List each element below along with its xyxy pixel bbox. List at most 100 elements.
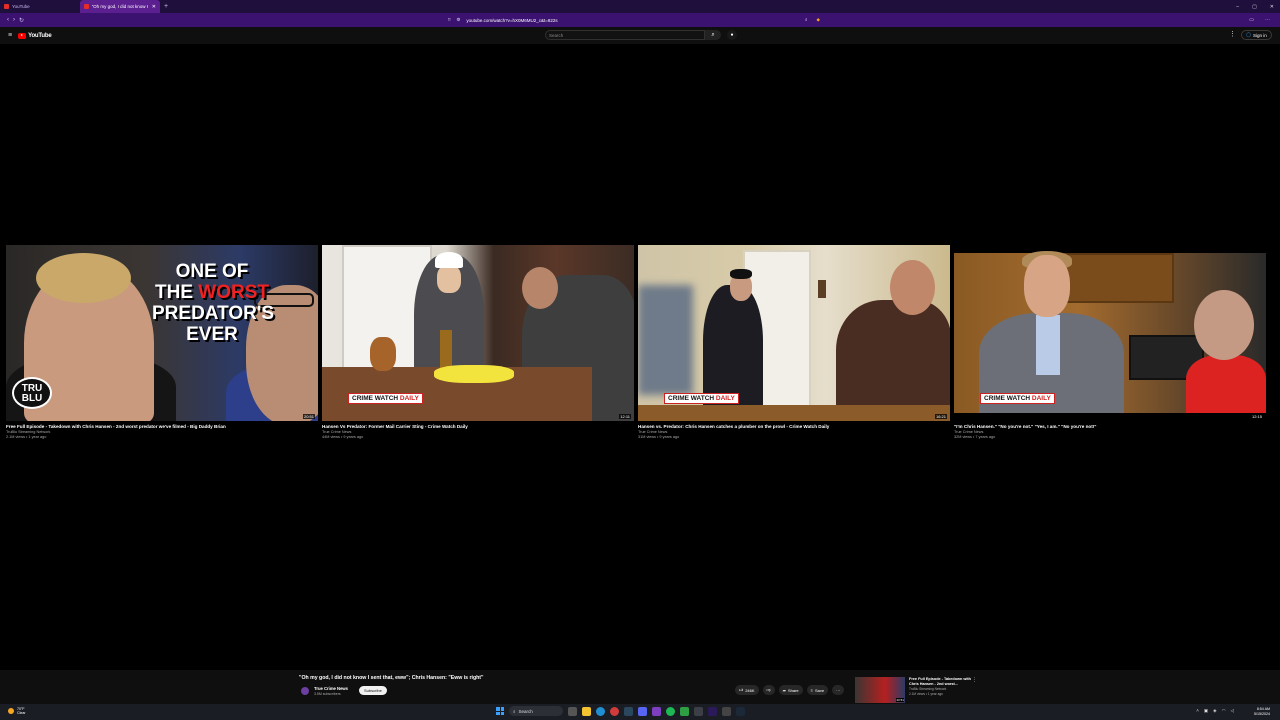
suggested-thumbnail[interactable]: 20:51 [855, 677, 905, 703]
channel-name[interactable]: True Crime News [314, 686, 348, 691]
volume-icon[interactable]: ◁ [1231, 708, 1234, 714]
voice-search-button[interactable]: ● [727, 30, 737, 40]
site-info-icon[interactable]: ⚙ [456, 17, 460, 23]
tray-app-icon[interactable]: ▣ [1204, 708, 1208, 714]
video-title[interactable]: "I'm Chris Hansen." "No you're not." "Ye… [954, 424, 1266, 429]
share-button[interactable]: ➦ Share [778, 685, 803, 695]
thumbs-down-icon: 👎︎ [766, 687, 771, 692]
end-screen-card[interactable]: CRIME WATCH DAILY 12:15 "I'm Chris Hanse… [954, 245, 1266, 445]
app-icon[interactable] [694, 706, 703, 716]
like-button[interactable]: 👍︎ 246K [735, 685, 759, 695]
browser-tab-bar: YouTube "Oh my god, I did not know I se … [0, 0, 1280, 13]
end-screen-card[interactable]: ONE OF THE WORST PREDATOR'S EVER TRU BLU… [6, 245, 318, 445]
youtube-logo-text: YouTube [28, 32, 52, 39]
video-thumbnail[interactable]: ONE OF THE WORST PREDATOR'S EVER TRU BLU… [6, 245, 318, 421]
edge-icon[interactable] [596, 706, 605, 716]
steam-icon[interactable] [736, 706, 745, 716]
hamburger-menu-icon[interactable]: ≡ [8, 32, 12, 39]
search-icon: ⌕ [711, 31, 715, 38]
save-button[interactable]: ≡ Save [806, 685, 829, 695]
back-icon[interactable]: ‹ [7, 17, 9, 23]
more-actions-button[interactable]: ··· [832, 685, 845, 695]
discord-icon[interactable] [638, 706, 647, 716]
forward-icon[interactable]: › [13, 17, 15, 23]
subscribe-button[interactable]: Subscribe [359, 686, 387, 695]
maximize-button[interactable]: ▢ [1252, 4, 1257, 10]
taskbar-clock[interactable]: 8:54 AM 5/15/2024 [1254, 707, 1270, 717]
close-window-button[interactable]: ✕ [1270, 4, 1274, 10]
video-info-bar: "Oh my god, I did not know I sent that, … [0, 670, 1280, 704]
start-button-icon[interactable] [496, 707, 504, 715]
spotify-icon[interactable] [666, 706, 675, 716]
app-icon[interactable] [652, 706, 661, 716]
video-title[interactable]: Hansen Vs Predator: Former Mail Carrier … [322, 424, 634, 429]
suggested-video[interactable]: 20:51 Free Full Episode - Takedown with … [855, 677, 977, 703]
minimize-button[interactable]: – [1236, 4, 1239, 10]
video-actions: 👍︎ 246K 👎︎ ➦ Share ≡ Save ··· [735, 685, 845, 695]
taskbar-apps: ⌕ Search [496, 706, 745, 716]
tray-chevron-icon[interactable]: ˄ [1196, 708, 1199, 714]
account-icon: ◯ [1246, 32, 1252, 37]
subscriber-count: 3.5M subscribers [314, 692, 341, 696]
steam-icon[interactable] [624, 706, 633, 716]
youtube-play-icon [18, 32, 27, 39]
app-icon[interactable] [680, 706, 689, 716]
url-field[interactable]: ⌑ ⚙ youtube.com/watch?v=hX0M6MU2_c&t=822… [448, 15, 820, 25]
premiere-icon[interactable] [708, 706, 717, 716]
wifi-icon[interactable]: ◠ [1222, 708, 1226, 714]
microphone-icon: ● [730, 32, 734, 38]
clock-date: 5/15/2024 [1254, 712, 1270, 716]
search-icon: ⌕ [513, 708, 516, 714]
end-screen-grid: ONE OF THE WORST PREDATOR'S EVER TRU BLU… [6, 245, 1268, 445]
duration-badge: 16:21 [934, 414, 947, 419]
tab-current-video[interactable]: "Oh my god, I did not know I se ✕ [80, 0, 160, 13]
bookmark-icon[interactable]: ⌑ [448, 17, 450, 23]
app-icon[interactable] [722, 706, 731, 716]
channel-avatar[interactable] [301, 687, 309, 695]
browser-icon[interactable] [610, 706, 619, 716]
tray-app-icon[interactable]: ◈ [1213, 708, 1216, 714]
crime-watch-daily-logo: CRIME WATCH DAILY [980, 393, 1055, 404]
search-button[interactable]: ⌕ [705, 30, 721, 40]
weather-condition: Clear [17, 711, 26, 715]
zoom-icon[interactable]: ⌕ [805, 17, 808, 23]
dislike-button[interactable]: 👎︎ [762, 685, 775, 695]
duration-badge: 12:11 [619, 414, 631, 419]
duration-badge: 20:51 [302, 414, 315, 419]
sign-in-button[interactable]: ◯ Sign in [1241, 30, 1272, 40]
channel-name: True Crime News [322, 430, 352, 434]
close-tab-icon[interactable]: ✕ [152, 4, 156, 10]
suggested-kebab-icon[interactable]: ⋮ [972, 677, 977, 683]
crime-watch-daily-logo: CRIME WATCH DAILY [664, 393, 739, 404]
youtube-logo[interactable]: YouTube [18, 32, 52, 39]
video-title[interactable]: Hansen vs. Predator: Chris Hansen catche… [638, 424, 950, 429]
tab-youtube[interactable]: YouTube [0, 0, 80, 13]
video-meta: 2.1M views • 1 year ago [6, 435, 47, 439]
sidebar-icon[interactable]: ▭ [1249, 17, 1254, 23]
logo-text: CRIME WATCH [984, 395, 1031, 402]
search-input[interactable]: Search [545, 30, 705, 40]
settings-kebab-icon[interactable]: ⋮ [1229, 30, 1236, 38]
menu-icon[interactable]: ⋯ [1265, 17, 1270, 23]
thumbs-up-icon: 👍︎ [739, 687, 744, 692]
tab-label: "Oh my god, I did not know I se [91, 4, 149, 9]
file-explorer-icon[interactable] [582, 706, 591, 716]
task-view-icon[interactable] [568, 706, 577, 716]
window-controls: – ▢ ✕ [1236, 0, 1274, 13]
channel-name: True Crime News [638, 430, 668, 434]
new-tab-button[interactable]: + [164, 3, 168, 10]
youtube-favicon-icon [4, 4, 9, 9]
weather-widget[interactable]: 70°F Clear [8, 707, 26, 715]
video-title[interactable]: Free Full Episode - Takedown with Chris … [6, 424, 318, 429]
taskbar-search[interactable]: ⌕ Search [509, 706, 563, 716]
video-thumbnail[interactable]: CRIME WATCH DAILY 16:21 [638, 245, 950, 421]
suggested-title[interactable]: Free Full Episode - Takedown with Chris … [909, 677, 971, 687]
extension-icon[interactable]: ◆ [817, 17, 820, 23]
video-meta: 32M views • 7 years ago [954, 435, 996, 439]
reload-icon[interactable]: ↻ [19, 17, 24, 24]
end-screen-card[interactable]: CRIME WATCH DAILY 12:11 Hansen Vs Predat… [322, 245, 634, 445]
browser-toolbar-right: ▭ ⋯ [1249, 13, 1270, 27]
video-thumbnail[interactable]: CRIME WATCH DAILY 12:11 [322, 245, 634, 421]
video-thumbnail[interactable]: CRIME WATCH DAILY 12:15 [954, 245, 1266, 421]
end-screen-card[interactable]: CRIME WATCH DAILY 16:21 Hansen vs. Preda… [638, 245, 950, 445]
